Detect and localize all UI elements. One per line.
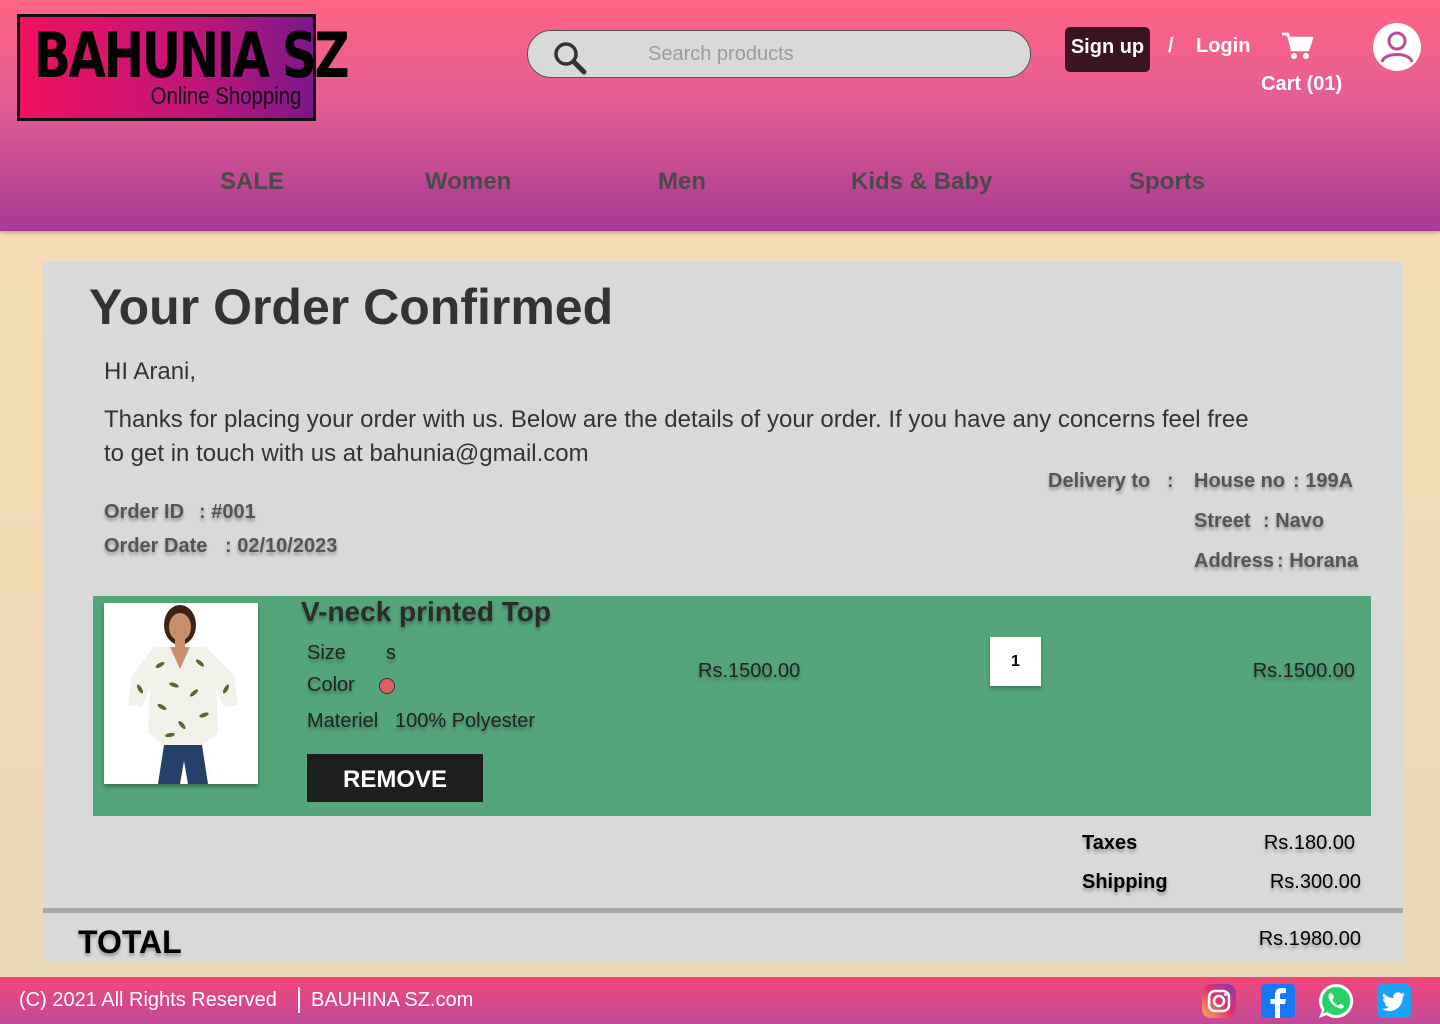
- site-link[interactable]: BAUHINA SZ.com: [311, 989, 473, 1012]
- product-name[interactable]: V-neck printed Top: [301, 596, 551, 628]
- cart-icon[interactable]: [1280, 30, 1316, 62]
- order-date-label: Order Date: [104, 535, 208, 557]
- nav-kids-baby[interactable]: Kids & Baby: [851, 168, 992, 196]
- nav-sports[interactable]: Sports: [1129, 168, 1205, 196]
- material-value: 100% Polyester: [395, 710, 536, 732]
- shipping-value: Rs.300.00: [1269, 871, 1361, 893]
- street-label: Street: [1194, 510, 1251, 532]
- site-footer: (C) 2021 All Rights Reserved BAUHINA SZ.…: [0, 977, 1440, 1024]
- footer-separator: [298, 987, 300, 1013]
- product-image[interactable]: [104, 603, 258, 784]
- twitter-icon[interactable]: [1376, 983, 1412, 1019]
- cart-item-row: V-neck printed Top Size s Color Materiel…: [93, 596, 1371, 816]
- order-message: Thanks for placing your order with us. B…: [104, 406, 1249, 467]
- search-input[interactable]: [648, 37, 1008, 71]
- total-value: Rs.1980.00: [1258, 928, 1361, 950]
- copyright-text: (C) 2021 All Rights Reserved: [19, 989, 277, 1011]
- shipping-label: Shipping: [1082, 871, 1168, 893]
- greeting-text: HI Arani,: [104, 358, 197, 385]
- size-label: Size: [307, 642, 346, 664]
- order-confirmation-card: Your Order Confirmed HI Arani, Thanks fo…: [43, 262, 1403, 962]
- house-value: : 199A: [1293, 470, 1354, 492]
- brand-subtitle: Online Shopping: [150, 83, 301, 110]
- taxes-label: Taxes: [1082, 832, 1138, 854]
- address-label: Address: [1194, 550, 1275, 572]
- order-date-value: : 02/10/2023: [225, 535, 338, 557]
- order-id-label: Order ID: [104, 501, 185, 523]
- delivery-colon: :: [1167, 470, 1174, 492]
- whatsapp-icon[interactable]: [1317, 982, 1355, 1020]
- site-header: BAHUNIA SZ Online Shopping Sign up / Log…: [0, 0, 1440, 231]
- signup-button[interactable]: Sign up: [1065, 27, 1150, 72]
- search-icon[interactable]: [552, 40, 588, 76]
- remove-button[interactable]: REMOVE: [307, 754, 483, 802]
- brand-title: BAHUNIA SZ: [34, 19, 350, 92]
- line-total: Rs.1500.00: [1252, 660, 1355, 682]
- quantity-field[interactable]: 1: [990, 637, 1041, 686]
- delivery-label: Delivery to: [1048, 470, 1151, 492]
- login-link[interactable]: Login: [1196, 35, 1250, 58]
- brand-logo[interactable]: BAHUNIA SZ Online Shopping: [17, 14, 350, 121]
- facebook-icon[interactable]: [1260, 983, 1296, 1019]
- auth-separator: /: [1168, 35, 1174, 57]
- nav-men[interactable]: Men: [658, 168, 706, 196]
- total-label: TOTAL: [78, 924, 182, 960]
- street-value: : Navo: [1263, 510, 1325, 532]
- size-value: s: [386, 642, 396, 664]
- nav-sale[interactable]: SALE: [220, 168, 284, 196]
- page-title: Your Order Confirmed: [89, 279, 614, 335]
- cart-link[interactable]: Cart (01): [1261, 73, 1342, 96]
- total-divider: [43, 908, 1403, 913]
- order-id-value: : #001: [199, 501, 256, 523]
- nav-women[interactable]: Women: [425, 168, 511, 196]
- unit-price: Rs.1500.00: [698, 660, 801, 682]
- taxes-value: Rs.180.00: [1263, 832, 1355, 854]
- address-value: : Horana: [1277, 550, 1359, 572]
- color-label: Color: [307, 674, 355, 696]
- user-account-icon[interactable]: [1372, 22, 1422, 72]
- instagram-icon[interactable]: [1201, 983, 1237, 1019]
- search-bar: [527, 30, 1031, 78]
- house-label: House no: [1194, 470, 1286, 492]
- material-label: Materiel: [307, 710, 379, 732]
- color-swatch: [379, 678, 395, 694]
